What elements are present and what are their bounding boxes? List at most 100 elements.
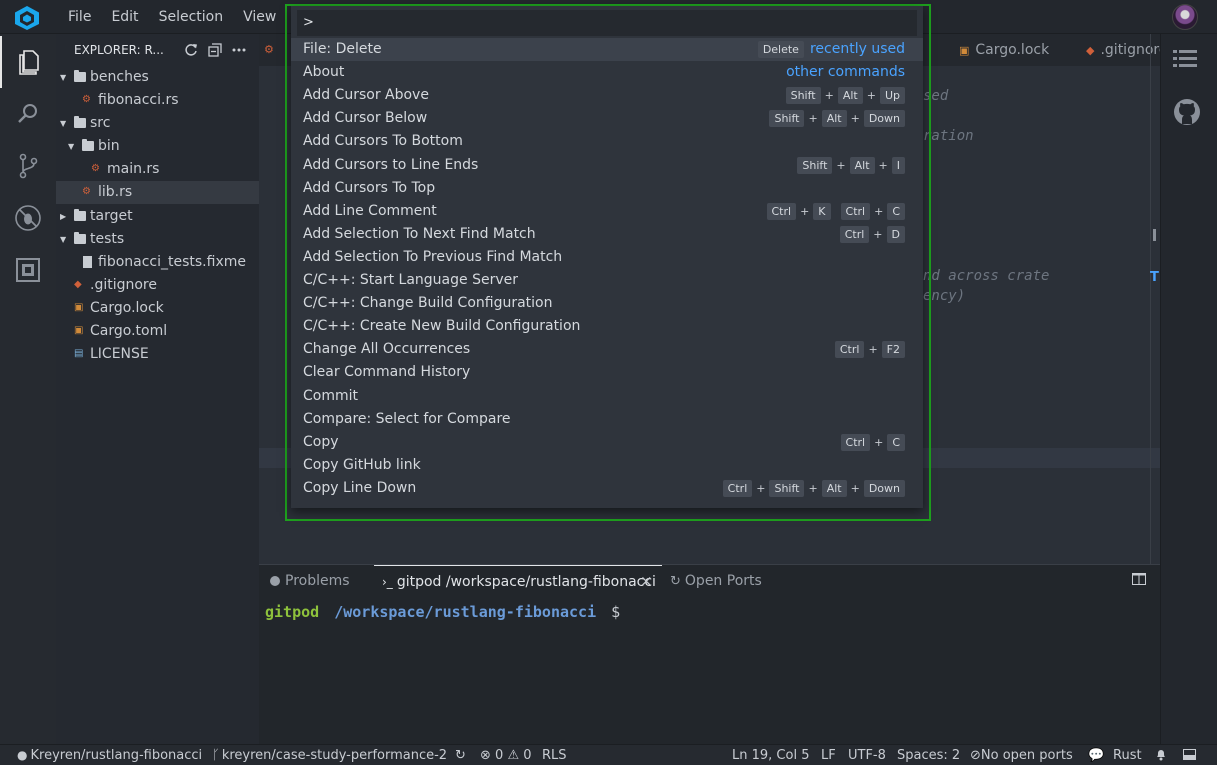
tab-cargo-lock[interactable]: ▣ Cargo.lock — [959, 34, 1049, 66]
github-icon[interactable] — [1173, 98, 1201, 130]
outline-icon[interactable] — [1173, 48, 1197, 74]
command-item[interactable]: File: Delete Delete recently used — [291, 38, 923, 61]
tree-item-src[interactable]: ▼ src — [56, 112, 259, 135]
key-cap: Shift — [769, 479, 805, 497]
search-icon[interactable] — [0, 88, 56, 140]
tree-item-cargo-toml[interactable]: ▣ Cargo.toml — [56, 320, 259, 343]
collapse-all-icon[interactable] — [203, 38, 227, 62]
command-label: Copy GitHub link — [303, 456, 421, 473]
command-label: C/C++: Create New Build Configuration — [303, 318, 581, 335]
repo-status[interactable]: ● Kreyren/rustlang-fibonacci — [17, 745, 202, 765]
terminal-output[interactable]: gitpod /workspace/rustlang-fibonacci $ — [265, 603, 620, 621]
menu-edit[interactable]: Edit — [101, 0, 148, 34]
tree-item-fibonacci-tests[interactable]: fibonacci_tests.fixme — [56, 251, 259, 274]
command-item[interactable]: C/C++: Create New Build Configuration — [291, 315, 923, 338]
tree-item-cargo-lock[interactable]: ▣ Cargo.lock — [56, 297, 259, 320]
command-label: About — [303, 64, 345, 81]
key-separator: + — [874, 435, 884, 449]
folder-icon — [82, 139, 94, 151]
command-group-tag: recently used — [809, 41, 905, 57]
tree-item-label: bin — [98, 138, 120, 154]
bell-icon[interactable] — [1155, 745, 1167, 765]
indent-status[interactable]: Spaces: 2 — [897, 745, 960, 765]
command-item[interactable]: C/C++: Change Build Configuration — [291, 292, 923, 315]
key-cap: Shift — [785, 87, 821, 105]
language-mode[interactable]: Rust — [1113, 745, 1142, 765]
command-item[interactable]: Add Cursors To Top — [291, 177, 923, 200]
key-chord: Ctrl + K — [766, 200, 831, 223]
key-cap: Down — [863, 110, 905, 128]
tab-terminal[interactable]: ›_ gitpod /workspace/rustlang-fibonacci — [374, 565, 662, 597]
command-item[interactable]: Compare: Select for Compare — [291, 408, 923, 431]
tab-problems[interactable]: Problems — [270, 565, 350, 597]
tree-item-fibonacci-rs[interactable]: ⚙ fibonacci.rs — [56, 89, 259, 112]
language-server-status[interactable]: RLS — [542, 745, 567, 765]
command-item[interactable]: Clear Command History — [291, 361, 923, 384]
command-item[interactable]: Copy Line Down Ctrl + Shift + Alt + Down — [291, 477, 923, 500]
split-panel-icon[interactable] — [1132, 565, 1146, 597]
command-item[interactable]: Add Cursors to Line Ends Shift + Alt + I — [291, 154, 923, 177]
tab-gitignore[interactable]: ◆ .gitignore — [1086, 34, 1167, 66]
command-item[interactable]: Add Cursors To Bottom — [291, 130, 923, 153]
rust-file-icon: ⚙ — [264, 43, 274, 56]
source-control-icon[interactable] — [0, 140, 56, 192]
panel-tabs: Problems ›_ gitpod /workspace/rustlang-fi… — [259, 565, 1160, 597]
command-input[interactable]: > — [297, 10, 917, 36]
command-item[interactable]: C/C++: Start Language Server — [291, 269, 923, 292]
menu-view[interactable]: View — [233, 0, 286, 34]
user-avatar[interactable] — [1172, 4, 1198, 30]
tree-item-lib-rs[interactable]: ⚙ lib.rs — [56, 181, 259, 204]
command-item[interactable]: About other commands — [291, 61, 923, 84]
tree-item-tests[interactable]: ▼ tests — [56, 228, 259, 251]
feedback-icon[interactable]: 💬 — [1088, 745, 1104, 765]
cursor-position[interactable]: Ln 19, Col 5 — [732, 745, 809, 765]
tree-item-benches[interactable]: ▼ benches — [56, 66, 259, 89]
menu-file[interactable]: File — [58, 0, 101, 34]
tab-open-ports[interactable]: ↻ Open Ports — [670, 565, 762, 597]
key-chord: Shift + Alt + Down — [769, 107, 905, 130]
encoding-status[interactable]: UTF-8 — [848, 745, 886, 765]
command-item[interactable]: Add Line Comment Ctrl + K Ctrl + C — [291, 200, 923, 223]
refresh-icon[interactable] — [179, 38, 203, 62]
command-item[interactable]: Add Cursor Above Shift + Alt + Up — [291, 84, 923, 107]
command-item[interactable]: Copy Ctrl + C — [291, 431, 923, 454]
close-terminal-icon[interactable]: × — [640, 565, 653, 597]
panel-toggle-icon[interactable] — [1183, 745, 1196, 765]
menu-selection[interactable]: Selection — [149, 0, 234, 34]
tab-label: Cargo.lock — [975, 42, 1050, 58]
tree-item-main-rs[interactable]: ⚙ main.rs — [56, 158, 259, 181]
explorer-icon[interactable] — [0, 36, 56, 88]
keybinding: Shift + Alt + I — [787, 154, 905, 177]
tree-item-label: .gitignore — [90, 277, 157, 293]
command-item[interactable]: Copy GitHub link — [291, 454, 923, 477]
command-palette: > File: Delete Delete recently used About ot… — [291, 6, 923, 508]
command-item[interactable]: Change All Occurrences Ctrl + F2 — [291, 338, 923, 361]
command-label: Add Cursors To Top — [303, 179, 436, 196]
key-cap: C — [887, 433, 905, 451]
key-separator: + — [874, 204, 884, 218]
tree-item-license[interactable]: ▤ LICENSE — [56, 343, 259, 366]
command-item[interactable]: Commit — [291, 385, 923, 408]
keybinding: Shift + Alt + Down — [759, 107, 905, 130]
key-separator: + — [850, 481, 860, 495]
tree-item-target[interactable]: ▶ target — [56, 205, 259, 228]
command-item[interactable]: Add Cursor Below Shift + Alt + Down — [291, 107, 923, 130]
eol-status[interactable]: LF — [821, 745, 836, 765]
debug-icon[interactable] — [0, 192, 56, 244]
command-item[interactable]: Add Selection To Previous Find Match — [291, 246, 923, 269]
tree-item-bin[interactable]: ▼ bin — [56, 135, 259, 158]
tree-item-gitignore[interactable]: ◆ .gitignore — [56, 274, 259, 297]
ports-status[interactable]: ⊘No open ports — [970, 745, 1073, 765]
key-cap: Down — [863, 479, 905, 497]
sync-icon[interactable]: ↻ — [455, 745, 466, 765]
extensions-icon[interactable] — [0, 244, 56, 296]
command-item[interactable]: Add Selection To Next Find Match Ctrl + D — [291, 223, 923, 246]
command-label: Add Cursor Above — [303, 87, 429, 104]
key-separator: + — [836, 158, 846, 172]
more-actions-icon[interactable] — [227, 38, 251, 62]
branch-status[interactable]: ᚴ kreyren/case-study-performance-2 — [212, 745, 447, 765]
gitpod-logo-icon[interactable] — [12, 5, 42, 31]
editor-scrollbar[interactable] — [1150, 34, 1151, 564]
problems-status[interactable]: ⊗ 0 ⚠ 0 — [480, 745, 532, 765]
explorer-sidebar: EXPLORER: R... ▼ benches ⚙ fibonacci.rs … — [56, 34, 259, 744]
